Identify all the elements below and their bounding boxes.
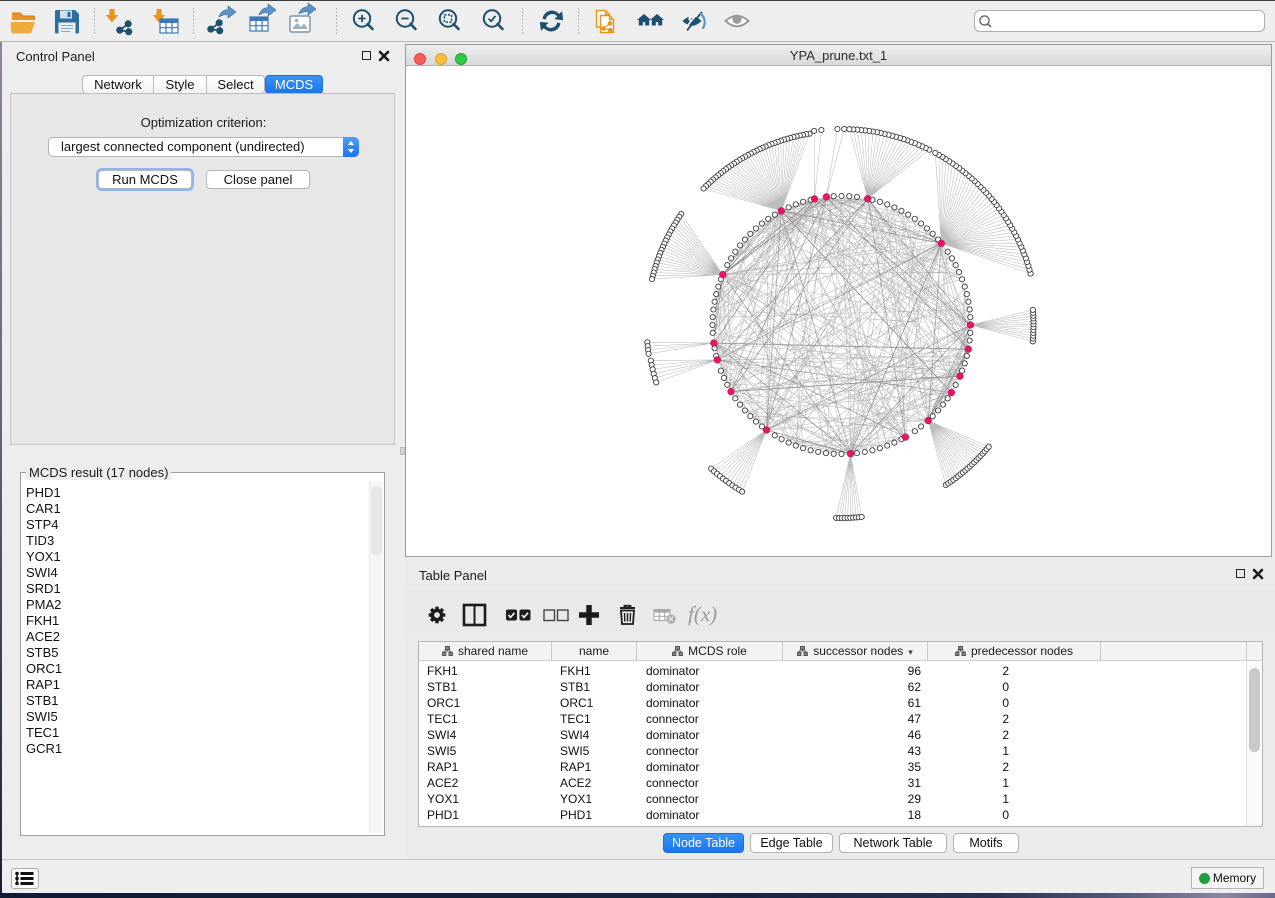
svg-text:f(x): f(x) bbox=[688, 602, 717, 626]
